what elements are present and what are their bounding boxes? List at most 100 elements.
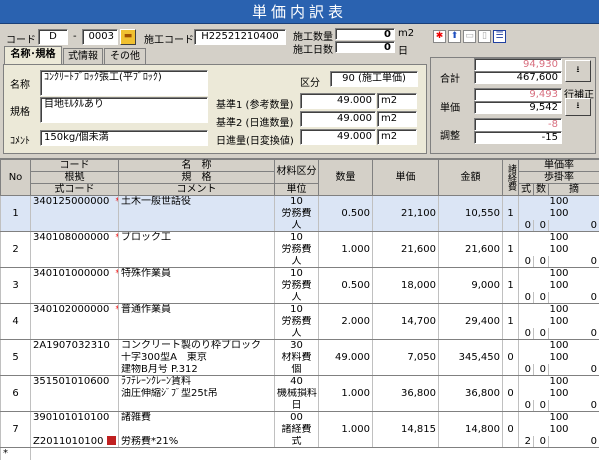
row-code[interactable]: 2A1907032310 [30, 339, 119, 352]
row-rate: 100 [517, 267, 599, 280]
folder-icon: ▬ [123, 31, 133, 41]
col-rate-shiki: 式 [518, 183, 534, 196]
adjust-upper-field[interactable]: -8 [474, 118, 562, 131]
spec-label: 規格 [10, 107, 30, 118]
kijun2-field[interactable]: 49.000 [300, 111, 376, 127]
row-comment: 建物B月号 P.312 [118, 363, 275, 376]
row-price[interactable]: 14,700 [372, 303, 439, 340]
col-name: 名 称 [118, 159, 275, 172]
row-amount: 9,000 [438, 267, 503, 304]
row-shiki-code [30, 327, 119, 340]
row-code[interactable]: 340102000000* [30, 303, 119, 316]
row-price[interactable]: 21,100 [372, 195, 439, 232]
row-qty[interactable]: 2.000 [318, 303, 373, 340]
row-misc: 0 [502, 411, 519, 448]
row-qty[interactable]: 1.000 [318, 375, 373, 412]
table-row[interactable]: 7 390101010100 諸雑費 00 1.000 14,815 14,800 0 100 [0, 411, 599, 448]
list-icon[interactable]: ☰ [493, 30, 506, 43]
row-shiki-code [30, 363, 119, 376]
sekou-days-unit: 日 [398, 46, 408, 57]
row-unit: 式 [274, 435, 319, 448]
row-qty[interactable]: 49.000 [318, 339, 373, 376]
kubun-field[interactable]: 90 (施工単価) [330, 71, 418, 87]
table-row[interactable]: 5 2A1907032310 コンクリート製のり枠ブロック 30 49.000 7,050… [0, 339, 599, 376]
row-qty[interactable]: 0.500 [318, 267, 373, 304]
row-qty[interactable]: 1.000 [318, 231, 373, 268]
new-row-empty[interactable] [29, 447, 599, 460]
nisshin-unit-field[interactable]: m2 [377, 129, 417, 145]
correction-button[interactable]: ⭳ [565, 98, 591, 116]
tab-name-spec[interactable]: 名称･規格 [4, 46, 62, 65]
row-price[interactable]: 14,815 [372, 411, 439, 448]
sekou-qty-field[interactable]: 0 [335, 28, 395, 40]
code-prefix-field[interactable]: D [38, 29, 68, 45]
formula-icon[interactable] [107, 436, 117, 446]
row-price[interactable]: 7,050 [372, 339, 439, 376]
row-rate-tekiyo: 0 [547, 399, 599, 412]
row-name[interactable]: コンクリート製のり枠ブロック [118, 339, 275, 352]
paste-icon[interactable]: ▯ [478, 30, 491, 43]
row-name[interactable]: 土木一般世話役 [118, 195, 275, 208]
table-row[interactable]: 1340125000000*土木一般世話役100.50021,10010,550… [0, 195, 599, 232]
row-name[interactable]: ﾗﾌﾃﾚｰﾝｸﾚｰﾝ賃料 [118, 375, 275, 388]
table-row[interactable]: 4340102000000*普通作業員102.00014,70029,40011… [0, 303, 599, 340]
table-row[interactable]: 6 351501010600 ﾗﾌﾃﾚｰﾝｸﾚｰﾝ賃料 40 1.000 36,800 36… [0, 375, 599, 412]
adjust-lower-field[interactable]: -15 [474, 131, 562, 144]
kijun1-field[interactable]: 49.000 [300, 93, 376, 109]
col-code: コード [30, 159, 119, 172]
row-price[interactable]: 18,000 [372, 267, 439, 304]
sekou-days-field[interactable]: 0 [335, 41, 395, 53]
asterisk-icon[interactable]: ✱ [433, 30, 446, 43]
code-lookup-button[interactable]: ▬ [120, 29, 136, 45]
name-field[interactable]: ｺﾝｸﾘｰﾄﾌﾞﾛｯｸ張工(平ﾌﾞﾛｯｸ) [40, 70, 208, 96]
row-code[interactable]: 340108000000* [30, 231, 119, 244]
comment-label: ｺﾒﾝﾄ [10, 136, 30, 147]
row-name[interactable]: 普通作業員 [118, 303, 275, 316]
row-code[interactable]: 340101000000* [30, 267, 119, 280]
kijun2-unit-field[interactable]: m2 [377, 111, 417, 127]
spec-field[interactable]: 目地ﾓﾙﾀﾙあり [40, 97, 208, 123]
row-name[interactable]: 特殊作業員 [118, 267, 275, 280]
adjust-label: 調整 [440, 131, 460, 142]
row-code[interactable]: 390101010100 [30, 411, 119, 424]
up-arrow-icon[interactable]: ⬆ [448, 30, 461, 43]
row-unit: 人 [274, 327, 319, 340]
row-code[interactable]: 351501010600 [30, 375, 119, 388]
row-code[interactable]: 340125000000* [30, 195, 119, 208]
nisshin-field[interactable]: 49.000 [300, 129, 376, 145]
row-name[interactable]: ブロック工 [118, 231, 275, 244]
comment-field[interactable]: 150kg/個未満 [40, 130, 208, 146]
row-number: 6 [0, 375, 31, 412]
row-price[interactable]: 21,600 [372, 231, 439, 268]
tab-other[interactable]: その他 [104, 48, 146, 64]
table-row[interactable]: 2340108000000*ブロック工101.00021,60021,60011… [0, 231, 599, 268]
kijun1-unit-field[interactable]: m2 [377, 93, 417, 109]
row-number: 2 [0, 231, 31, 268]
row-price[interactable]: 36,800 [372, 375, 439, 412]
row-rate: 100 [517, 231, 599, 244]
sekou-code-field[interactable]: H22521210400 [194, 29, 286, 45]
row-unit: 人 [274, 219, 319, 232]
row-basis [30, 315, 119, 328]
code-number-field[interactable]: 0003 [82, 29, 118, 45]
row-rate: 100 [517, 303, 599, 316]
row-comment: 労務費*21% [118, 435, 275, 448]
table-row[interactable]: 3340101000000*特殊作業員100.50018,0009,000110… [0, 267, 599, 304]
col-unit: 単位 [274, 183, 319, 196]
row-qty[interactable]: 1.000 [318, 411, 373, 448]
copy-icon[interactable]: ▭ [463, 30, 476, 43]
row-misc: 0 [502, 375, 519, 412]
row-misc: 0 [502, 339, 519, 376]
row-rate-shiki: 0 [518, 255, 534, 268]
row-qty[interactable]: 0.500 [318, 195, 373, 232]
row-material: 諸経費 [274, 423, 319, 436]
row-basis [30, 351, 119, 364]
row-rate-shiki: 2 [518, 435, 534, 448]
total-down-button[interactable]: ⭳ [565, 60, 591, 82]
tab-shiki-info[interactable]: 式情報 [63, 48, 103, 64]
row-basis [30, 279, 119, 292]
row-name[interactable]: 諸雑費 [118, 411, 275, 424]
row-material-code: 00 [274, 411, 319, 424]
new-row[interactable]: * [0, 447, 599, 460]
row-number: 4 [0, 303, 31, 340]
